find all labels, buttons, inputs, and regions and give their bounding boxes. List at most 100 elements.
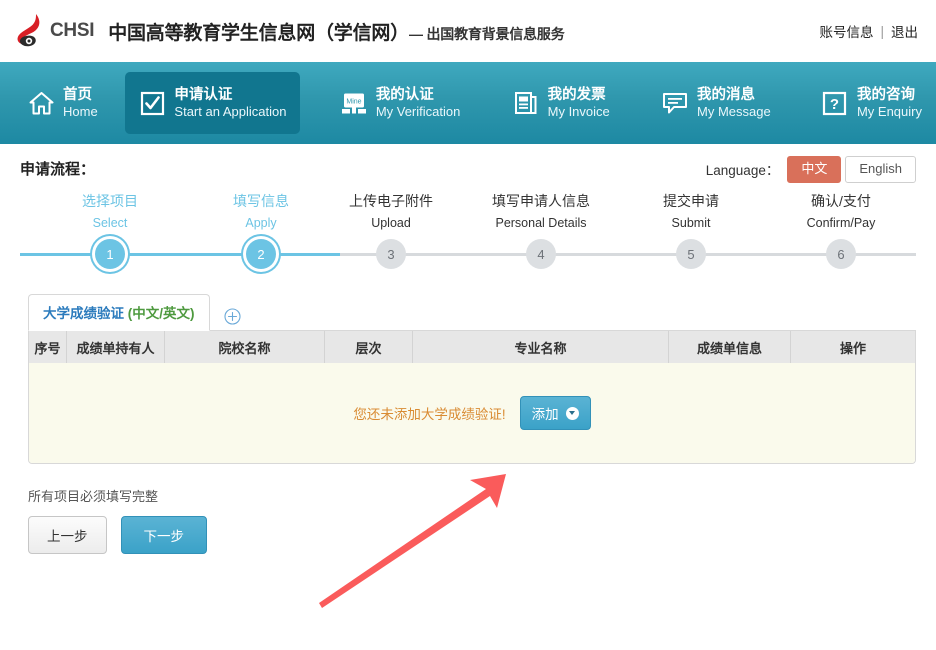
nav-item-start-application[interactable]: 申请认证 Start an Application — [125, 72, 301, 134]
step-5-cn: 提交申请 — [663, 193, 719, 209]
column-header-transcript-info: 成绩单信息 — [669, 331, 791, 363]
table-empty-state: 您还未添加大学成绩验证! 添加 — [29, 363, 915, 463]
column-header-level: 层次 — [325, 331, 413, 363]
step-2-en: Apply — [245, 216, 277, 230]
nav-item-start-application-cn: 申请认证 — [174, 86, 233, 103]
nav-item-start-application-en: Start an Application — [174, 103, 287, 119]
column-header-institution-name: 院校名称 — [165, 331, 325, 363]
checkbox-check-icon — [139, 90, 165, 116]
nav-item-my-verification[interactable]: Mine 我的认证 My Verification — [327, 72, 475, 134]
footer-note: 所有项目必须填写完整 — [28, 489, 159, 504]
nav-label-group: 我的发票 My Invoice — [548, 86, 610, 120]
tab-label-en: (中文/英文) — [127, 306, 195, 321]
step-circle-4[interactable]: 4 — [526, 239, 556, 269]
question-mark-icon: ? — [822, 90, 848, 116]
nav-label-group: 首页 Home — [63, 86, 98, 120]
step-label-2: 填写信息 Apply — [186, 191, 336, 230]
tab-university-transcript-verification[interactable]: 大学成绩验证 (中文/英文) — [28, 294, 210, 331]
nav-item-my-enquiry-cn: 我的咨询 — [856, 86, 915, 103]
nav-item-home-cn: 首页 — [63, 86, 92, 103]
column-header-index: 序号 — [29, 331, 67, 363]
language-button-chinese[interactable]: 中文 — [787, 156, 842, 183]
column-header-actions: 操作 — [839, 340, 866, 356]
footer-buttons: 上一步 下一步 — [28, 516, 916, 554]
step-circle-6[interactable]: 6 — [826, 239, 856, 269]
svg-text:Mine: Mine — [346, 98, 361, 105]
account-info-link[interactable]: 账号信息 — [819, 21, 873, 41]
header-link-separator: | — [880, 23, 884, 39]
table-header-row: 序号 成绩单持有人 院校名称 层次 专业名称 成绩单信息 操作 — [29, 331, 915, 363]
site-logo[interactable]: CHSI — [14, 12, 95, 50]
invoice-document-icon — [513, 90, 539, 116]
message-bubble-icon — [662, 90, 688, 116]
tab-bar: 大学成绩验证 (中文/英文) — [28, 294, 916, 331]
add-button-label: 添加 — [531, 407, 559, 422]
nav-item-my-message[interactable]: 我的消息 My Message — [648, 72, 785, 134]
step-3-cn: 上传电子附件 — [349, 193, 433, 209]
main-navigation: 首页 Home 申请认证 Start an Application Mine 我… — [0, 62, 936, 144]
empty-state-message: 您还未添加大学成绩验证! — [353, 407, 506, 422]
nav-item-my-verification-en: My Verification — [375, 103, 461, 119]
header-account-links: 账号信息 | 退出 — [819, 21, 918, 41]
language-label: Language： — [705, 163, 780, 179]
site-title-sub: — 出国教育背景信息服务 — [409, 25, 565, 42]
step-4-cn: 填写申请人信息 — [492, 193, 590, 209]
site-header: CHSI 中国高等教育学生信息网（学信网）— 出国教育背景信息服务 账号信息 |… — [0, 0, 936, 62]
step-progress-bar: 选择项目 Select 1 填写信息 Apply 2 上传电子附件 Upload… — [20, 191, 916, 283]
step-circle-3[interactable]: 3 — [376, 239, 406, 269]
mine-card-icon: Mine — [341, 90, 367, 116]
step-track-completed — [20, 253, 340, 256]
nav-item-my-invoice-cn: 我的发票 — [547, 86, 606, 103]
form-footer: 所有项目必须填写完整 上一步 下一步 — [28, 486, 916, 554]
step-2-cn: 填写信息 — [233, 193, 289, 209]
plus-circle-icon[interactable] — [223, 308, 241, 325]
previous-step-button[interactable]: 上一步 — [28, 516, 107, 554]
nav-label-group: 我的消息 My Message — [697, 86, 771, 120]
step-label-6: 确认/支付 Confirm/Pay — [766, 191, 916, 230]
application-flow-section: 申请流程： Language： 中文 English 选择项目 Select 1… — [0, 144, 936, 283]
nav-label-group: 我的认证 My Verification — [376, 86, 461, 120]
step-6-cn: 确认/支付 — [811, 193, 871, 209]
page-root: CHSI 中国高等教育学生信息网（学信网）— 出国教育背景信息服务 账号信息 |… — [0, 0, 936, 650]
step-label-5: 提交申请 Submit — [616, 191, 766, 230]
page-title: 中国高等教育学生信息网（学信网）— 出国教育背景信息服务 — [108, 18, 565, 45]
step-3-en: Upload — [371, 216, 411, 230]
next-step-button[interactable]: 下一步 — [120, 516, 207, 554]
chsi-bird-logo-icon — [14, 12, 48, 50]
nav-item-my-enquiry[interactable]: ? 我的咨询 My Enquiry — [808, 72, 936, 134]
step-label-1: 选择项目 Select — [35, 191, 185, 230]
language-button-english[interactable]: English — [845, 156, 916, 183]
home-icon — [28, 90, 54, 116]
step-6-en: Confirm/Pay — [806, 216, 876, 230]
column-header-transcript-holder: 成绩单持有人 — [67, 331, 165, 363]
step-4-en: Personal Details — [495, 216, 587, 230]
verification-table: 序号 成绩单持有人 院校名称 层次 专业名称 成绩单信息 操作 您还未添加大学成… — [28, 331, 916, 464]
column-header-major-name: 专业名称 — [413, 331, 669, 363]
step-label-4: 填写申请人信息 Personal Details — [466, 191, 616, 230]
step-circle-2[interactable]: 2 — [246, 239, 276, 269]
logout-link[interactable]: 退出 — [891, 21, 918, 41]
nav-label-group: 申请认证 Start an Application — [174, 86, 286, 120]
nav-item-my-message-cn: 我的消息 — [697, 86, 756, 103]
nav-item-my-verification-cn: 我的认证 — [375, 86, 434, 103]
nav-item-my-invoice-en: My Invoice — [547, 103, 610, 119]
add-button[interactable]: 添加 — [519, 396, 591, 430]
language-switcher: Language： 中文 English — [706, 156, 916, 183]
nav-item-my-enquiry-en: My Enquiry — [856, 103, 922, 119]
verification-panel: 大学成绩验证 (中文/英文) 序号 成绩单持有人 院校名称 层次 专业名称 成绩… — [28, 294, 916, 464]
step-label-3: 上传电子附件 Upload — [316, 191, 466, 230]
step-circle-1[interactable]: 1 — [95, 239, 125, 269]
nav-item-home-en: Home — [63, 103, 98, 119]
nav-item-my-invoice[interactable]: 我的发票 My Invoice — [499, 72, 624, 134]
nav-label-group: 我的咨询 My Enquiry — [857, 86, 922, 120]
nav-item-home[interactable]: 首页 Home — [14, 72, 112, 134]
tab-label-cn: 大学成绩验证 — [43, 306, 124, 321]
step-circle-5[interactable]: 5 — [676, 239, 706, 269]
site-title-cn: 中国高等教育学生信息网（学信网） — [108, 22, 410, 44]
step-1-cn: 选择项目 — [82, 193, 138, 209]
nav-item-my-message-en: My Message — [697, 103, 771, 119]
logo-wordmark: CHSI — [50, 20, 95, 41]
svg-text:?: ? — [830, 96, 839, 113]
step-1-en: Select — [92, 216, 128, 230]
step-5-en: Submit — [671, 216, 711, 230]
